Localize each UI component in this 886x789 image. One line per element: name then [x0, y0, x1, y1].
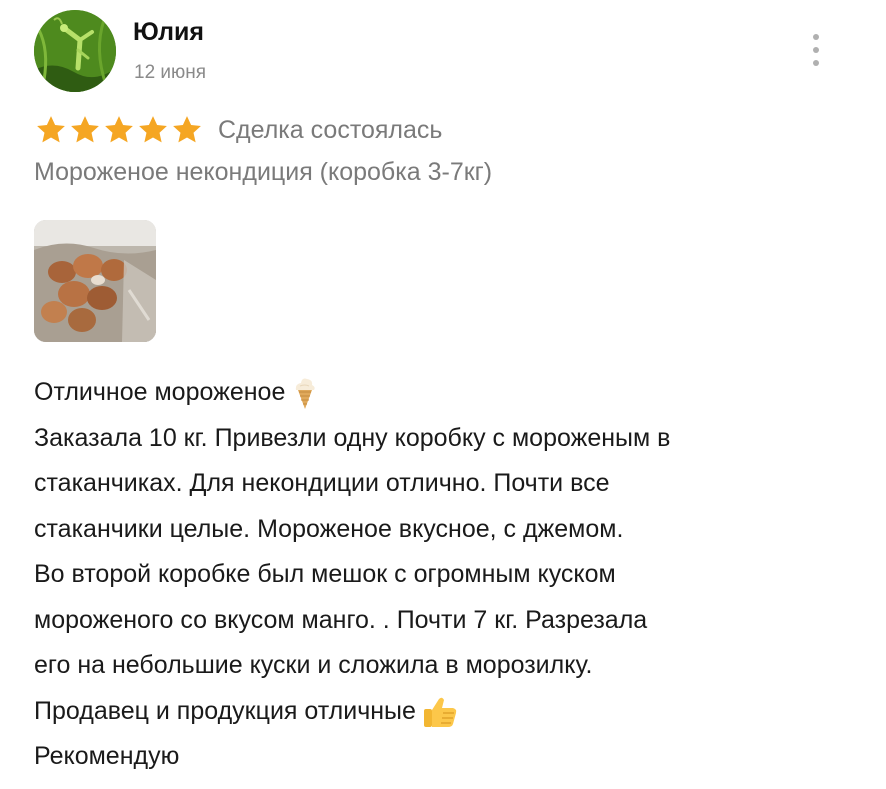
praying-mantis-icon: [34, 10, 116, 92]
star-icon: [37, 116, 65, 143]
review-date: 12 июня: [134, 62, 207, 83]
more-vertical-icon-dot: [813, 47, 819, 53]
review-text: Отличное мороженое Заказала 10 кг. Приве…: [34, 370, 864, 780]
product-name[interactable]: Мороженое некондиция (коробка 3-7кг): [34, 158, 492, 187]
ice-cream-emoji-icon: [296, 378, 316, 410]
thumbs-up-emoji-icon: [423, 697, 457, 727]
review-text-line: Заказала 10 кг. Привезли одну коробку с …: [34, 423, 671, 452]
star-icon: [139, 116, 167, 143]
author-avatar[interactable]: [34, 10, 116, 92]
review-text-line: Во второй коробке был мешок с огромным к…: [34, 560, 616, 588]
rating-row: Сделка состоялась: [34, 112, 442, 148]
review-text-line: Продавец и продукция отличные: [34, 689, 864, 735]
review-text-line: его на небольшие куски и сложила в мороз…: [34, 651, 593, 679]
star-icon: [105, 116, 133, 143]
review-text-line: Отличное мороженое: [34, 370, 864, 416]
author-name[interactable]: Юлия: [133, 18, 204, 47]
star-rating: [34, 113, 204, 147]
ice-cream-box-photo-icon: [34, 220, 156, 342]
star-icon: [173, 116, 201, 143]
deal-status: Сделка состоялась: [218, 115, 443, 144]
review-text-line: мороженого со вкусом манго. . Почти 7 кг…: [34, 605, 648, 634]
review-card: Юлия 12 июня Сделка состоялась Мороженое…: [0, 0, 886, 789]
review-text-line: стаканчики целые. Мороженое вкусное, с д…: [34, 514, 624, 543]
more-vertical-icon: [813, 34, 819, 40]
more-vertical-icon-dot: [813, 60, 819, 66]
review-photo[interactable]: [34, 220, 156, 342]
review-text-line: Рекомендую: [34, 742, 180, 770]
star-icon: [71, 116, 99, 143]
more-options-button[interactable]: [806, 28, 826, 72]
review-text-line: стаканчиках. Для некондиции отлично. Поч…: [34, 469, 610, 497]
